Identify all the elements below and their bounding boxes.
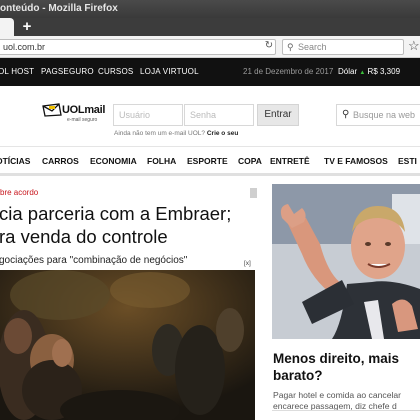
url-bar[interactable]: uol.com.br	[0, 39, 276, 55]
tab-strip: +	[0, 18, 420, 36]
topbar-link-pagseguro[interactable]: PAGSEGURO	[41, 67, 94, 76]
side-summary[interactable]: Pagar hotel e comida ao cancelar encarec…	[273, 390, 420, 412]
nav-item-estilo[interactable]: ESTI	[398, 156, 417, 166]
window-titlebar: onteúdo - Mozilla Firefox	[0, 0, 420, 18]
navigation-toolbar: uol.com.br ↻ ⚲ Search ☆	[0, 36, 420, 58]
portal-top-bar: OL HOST PAGSEGURO CURSOS LOJA VIRTUOL 21…	[0, 58, 420, 86]
side-headline[interactable]: Menos direito, mais barato?	[273, 350, 420, 384]
active-tab[interactable]	[0, 18, 14, 36]
bookmark-icon[interactable]	[250, 188, 257, 198]
nav-item-esporte[interactable]: ESPORTE	[187, 156, 228, 166]
envelope-icon	[42, 103, 62, 117]
summary-line-1: Pagar hotel e comida ao cancelar	[273, 390, 402, 400]
search-icon: ⚲	[342, 109, 350, 120]
new-tab-button[interactable]: +	[20, 18, 34, 36]
search-icon: ⚲	[287, 42, 294, 52]
ad-close-button[interactable]: [x]	[244, 260, 251, 267]
browser-search-placeholder: Search	[298, 42, 327, 52]
password-placeholder: Senha	[190, 110, 217, 120]
divider	[272, 410, 420, 411]
story-kicker[interactable]: bre acordo	[0, 188, 38, 197]
headline-line-2: ra venda do controle	[0, 226, 168, 247]
side-story: Menos direito, mais barato? Pagar hotel …	[272, 184, 420, 420]
window-title: onteúdo - Mozilla Firefox	[0, 3, 118, 14]
topbar-date: 21 de Dezembro de 2017	[243, 67, 334, 76]
url-text: uol.com.br	[3, 42, 46, 52]
nav-item-copa[interactable]: COPA	[238, 156, 262, 166]
video-player[interactable]	[0, 270, 255, 420]
bookmark-star-icon[interactable]: ☆	[408, 38, 420, 54]
logo-text: UOLmail	[62, 104, 106, 116]
browser-search-input[interactable]: ⚲ Search	[282, 39, 404, 55]
logo-subtext: e-mail seguro	[67, 117, 98, 123]
signup-prompt: Ainda não tem um e-mail UOL? Crie o seu	[114, 130, 238, 137]
nav-item-economia[interactable]: ECONOMIA	[90, 156, 137, 166]
topbar-link-host[interactable]: OL HOST	[0, 67, 34, 76]
nav-item-tv-e-famosos[interactable]: TV E FAMOSOS	[324, 156, 388, 166]
nav-item-folha[interactable]: FOLHA	[147, 156, 176, 166]
portal-header: UOLmail e-mail seguro Usuário Senha Entr…	[0, 86, 420, 146]
portrait-image	[272, 184, 420, 339]
arrow-up-icon: ▲	[359, 70, 366, 76]
main-story: bre acordo cia parceria com a Embraer; r…	[0, 176, 262, 420]
topbar-link-loja[interactable]: LOJA VIRTUOL	[140, 67, 199, 76]
web-search-input[interactable]: ⚲ Busque na web	[336, 104, 420, 126]
dolar-quote[interactable]: Dólar ▲ R$ 3,309	[338, 67, 400, 76]
reload-icon[interactable]: ↻	[262, 39, 276, 53]
username-field[interactable]: Usuário	[113, 104, 183, 126]
category-nav: OTÍCIAS CARROS ECONOMIA FOLHA ESPORTE CO…	[0, 146, 420, 176]
nav-item-noticias[interactable]: OTÍCIAS	[0, 156, 30, 166]
signup-link[interactable]: Crie o seu	[207, 130, 238, 137]
password-field[interactable]: Senha	[184, 104, 254, 126]
nav-item-entretenimento[interactable]: ENTRETÊ	[270, 156, 310, 166]
main-subheadline[interactable]: gociações para "combinação de negócios"	[0, 255, 187, 266]
headline-line-1: cia parceria com a Embraer;	[0, 203, 232, 224]
dolar-value: R$ 3,309	[367, 67, 401, 76]
topbar-link-cursos[interactable]: CURSOS	[98, 67, 133, 76]
uolmail-logo[interactable]: UOLmail e-mail seguro	[42, 103, 112, 129]
side-story-photo[interactable]	[272, 184, 420, 339]
nav-item-carros[interactable]: CARROS	[42, 156, 79, 166]
signup-text: Ainda não tem um e-mail UOL?	[114, 130, 206, 137]
login-button[interactable]: Entrar	[257, 104, 299, 126]
dolar-label: Dólar	[338, 67, 358, 76]
main-headline[interactable]: cia parceria com a Embraer; ra venda do …	[0, 202, 231, 248]
web-search-placeholder: Busque na web	[353, 110, 416, 120]
video-frame-image	[0, 270, 255, 420]
username-placeholder: Usuário	[119, 110, 151, 120]
